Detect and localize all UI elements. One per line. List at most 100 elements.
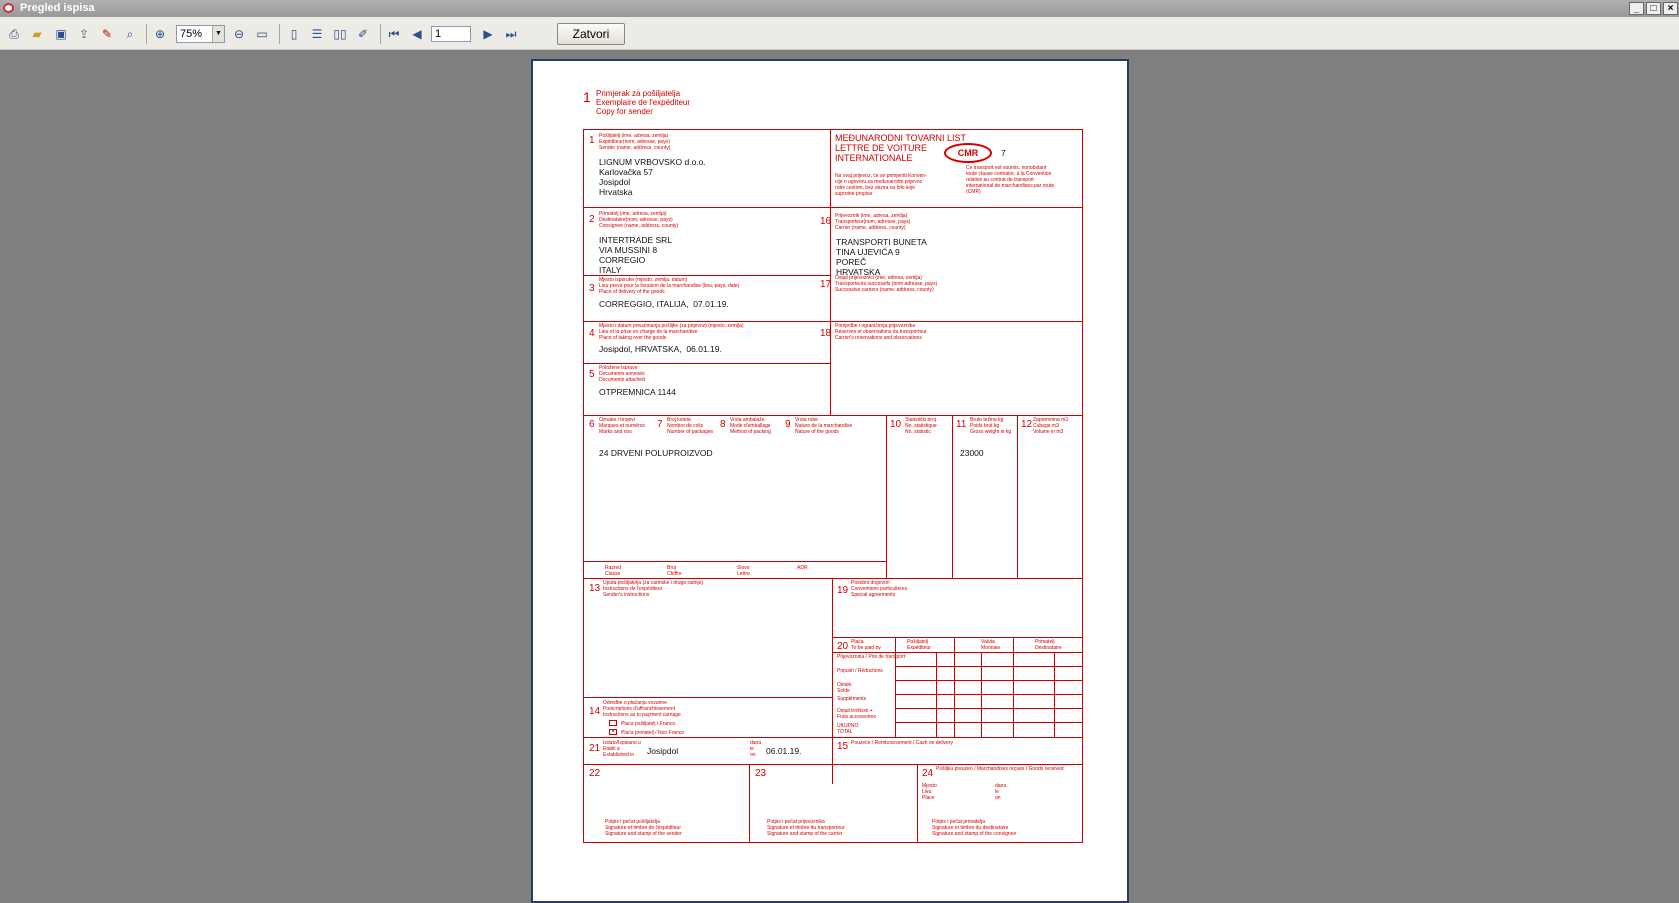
box-8-label: Method of packing — [730, 429, 771, 435]
toolbar: ⎙ ▰ ▣ ⇪ ✎ ⌕ ⊕ 75% ▼ ⊖ ▭ ▯ ☰ ▯▯ ✐ ⏮ ◀ 1 ▶ … — [0, 17, 1679, 50]
consignee-street: VIA MUSSINI 8 — [599, 245, 658, 255]
zoom-value: 75% — [180, 28, 203, 40]
title-bar: Pregled ispisa _ □ × — [0, 0, 1679, 17]
carrier-signature-label: Signature and stamp of the carrier — [767, 831, 843, 837]
gross-weight: 23000 — [960, 448, 984, 458]
box-9-label: Nature of the goods — [795, 429, 839, 435]
app-icon — [3, 3, 14, 13]
single-page-icon[interactable]: ▯ — [285, 25, 303, 43]
next-page-icon[interactable]: ▶ — [479, 25, 497, 43]
box-13-number: 13 — [589, 583, 601, 594]
charge-row-label: Solde — [837, 688, 850, 694]
copy-label-2: Exemplaire de l'expéditeur — [596, 98, 691, 107]
non-franco-checkbox[interactable]: × — [609, 729, 617, 735]
box-6-label: Marks and nos — [599, 429, 632, 435]
box-12-number: 12 — [1021, 419, 1033, 430]
first-page-icon[interactable]: ⏮ — [385, 25, 403, 43]
issue-place: Josipdol — [647, 746, 679, 756]
box-14-number: 14 — [589, 706, 601, 717]
adr-label: Classe — [605, 571, 621, 577]
previous-page-icon[interactable]: ◀ — [408, 25, 426, 43]
charge-row-label: TOTAL — [837, 729, 853, 735]
box-5-label: Documents attached — [599, 377, 645, 383]
zoom-select[interactable]: 75% ▼ — [176, 25, 225, 43]
box-11-label: Gross weight in kg — [970, 429, 1012, 435]
copy-number: 1 — [583, 89, 591, 105]
non-franco-label: Plaća primatelj / Non Franco — [621, 730, 685, 736]
box-18-number: 18 — [820, 328, 832, 339]
form-title-1: MEĐUNARODNI TOVARNI LIST — [835, 133, 967, 143]
carrier-name: TRANSPORTI BUNETA — [836, 237, 927, 247]
save-icon[interactable]: ▣ — [52, 25, 70, 43]
box-2-label: Consignee (name, address, county) — [599, 223, 679, 229]
box-19-number: 19 — [837, 585, 849, 596]
sender-street: Karlovačka 57 — [599, 167, 653, 177]
box-15-label: Pouzeće / Remboursement / Cash on delive… — [851, 740, 953, 746]
minimize-button[interactable]: _ — [1629, 2, 1644, 15]
box-3-label: Place of delivery of the goods — [599, 289, 665, 295]
charge-row-label: Prijevoznina / Prix de transport — [837, 654, 906, 660]
box-10-number: 10 — [890, 419, 902, 430]
box-21-number: 21 — [589, 743, 601, 754]
edit-icon[interactable]: ✐ — [354, 25, 372, 43]
continuous-page-icon[interactable]: ☰ — [308, 25, 326, 43]
consignee-signature-label: Signature and stamp of the consignee — [932, 831, 1017, 837]
box-23-number: 23 — [755, 768, 767, 779]
receipt-date-label: on — [995, 795, 1001, 801]
note-left-4: suprotne propise — [835, 191, 873, 197]
box-14-label: Instructions as to payment carriage — [603, 712, 681, 718]
box-22-number: 22 — [589, 768, 601, 779]
box-19-label: Special agreements — [851, 592, 896, 598]
consignee-country: ITALY — [599, 265, 622, 275]
box-8-number: 8 — [720, 419, 726, 430]
open-folder-icon[interactable]: ▰ — [28, 25, 46, 43]
box-13-label: Sender's instructions — [603, 592, 650, 598]
form-title-2: LETTRE DE VOITURE — [835, 143, 928, 153]
sender-country: Hrvatska — [599, 187, 633, 197]
box-15-number: 15 — [837, 741, 849, 752]
carrier-street: TINA UJEVIĆA 9 — [836, 247, 900, 257]
consignee-head: Destinataire — [1035, 645, 1062, 651]
box-6-number: 6 — [589, 419, 595, 430]
box-7-label: Number of packages — [667, 429, 714, 435]
two-page-icon[interactable]: ▯▯ — [331, 25, 349, 43]
chevron-down-icon[interactable]: ▼ — [212, 26, 224, 42]
currency-head: Monnaie — [981, 645, 1001, 651]
zoom-out-icon[interactable]: ⊖ — [230, 25, 248, 43]
adr-label: Lettre — [737, 571, 750, 577]
box-12-label: Volume in m3 — [1033, 429, 1064, 435]
box-2-number: 2 — [589, 214, 595, 225]
page-number-input[interactable]: 1 — [431, 26, 471, 42]
sender-city: Josipdol — [599, 177, 631, 187]
close-button[interactable]: Zatvori — [557, 23, 625, 45]
sender-signature-label: Signature and stamp of the sender — [605, 831, 682, 837]
print-icon[interactable]: ⎙ — [5, 25, 23, 43]
find-icon[interactable]: ⌕ — [121, 25, 139, 43]
consignee-city: CORREGIO — [599, 255, 646, 265]
maximize-button[interactable]: □ — [1646, 2, 1661, 15]
export-icon[interactable]: ⇪ — [75, 25, 93, 43]
issue-date: 06.01.19. — [766, 746, 802, 756]
delivery-place: CORREGGIO, ITALIJA, 07.01.19. — [599, 299, 729, 309]
box-16-label: Carrier (name, address, county) — [835, 225, 906, 231]
cmr-logo: CMR — [944, 143, 992, 163]
last-page-icon[interactable]: ⏭ — [502, 25, 520, 43]
taking-over-place: Josipdol, HRVATSKA, 06.01.19. — [599, 344, 722, 354]
box-11-number: 11 — [956, 419, 967, 430]
box-24-number: 24 — [922, 768, 934, 779]
copy-label-1: Primjerak za pošiljatelja — [596, 89, 681, 98]
box-20-label: To be paid by — [851, 645, 881, 651]
box-7-number: 7 — [657, 419, 663, 430]
box-5-number: 5 — [589, 369, 595, 380]
pdf-icon[interactable]: ✎ — [98, 25, 116, 43]
zoom-in-icon[interactable]: ⊕ — [151, 25, 169, 43]
box-9-number: 9 — [785, 419, 791, 430]
sender-name: LIGNUM VRBOVSKO d.o.o. — [599, 157, 706, 167]
box-1-number: 1 — [589, 135, 595, 146]
box-3-number: 3 — [589, 283, 595, 294]
attached-documents: OTPREMNICA 1144 — [599, 387, 676, 397]
franco-checkbox[interactable] — [609, 720, 617, 726]
carrier-city: POREČ — [836, 257, 867, 267]
close-window-button[interactable]: × — [1663, 2, 1678, 15]
fit-page-icon[interactable]: ▭ — [253, 25, 271, 43]
